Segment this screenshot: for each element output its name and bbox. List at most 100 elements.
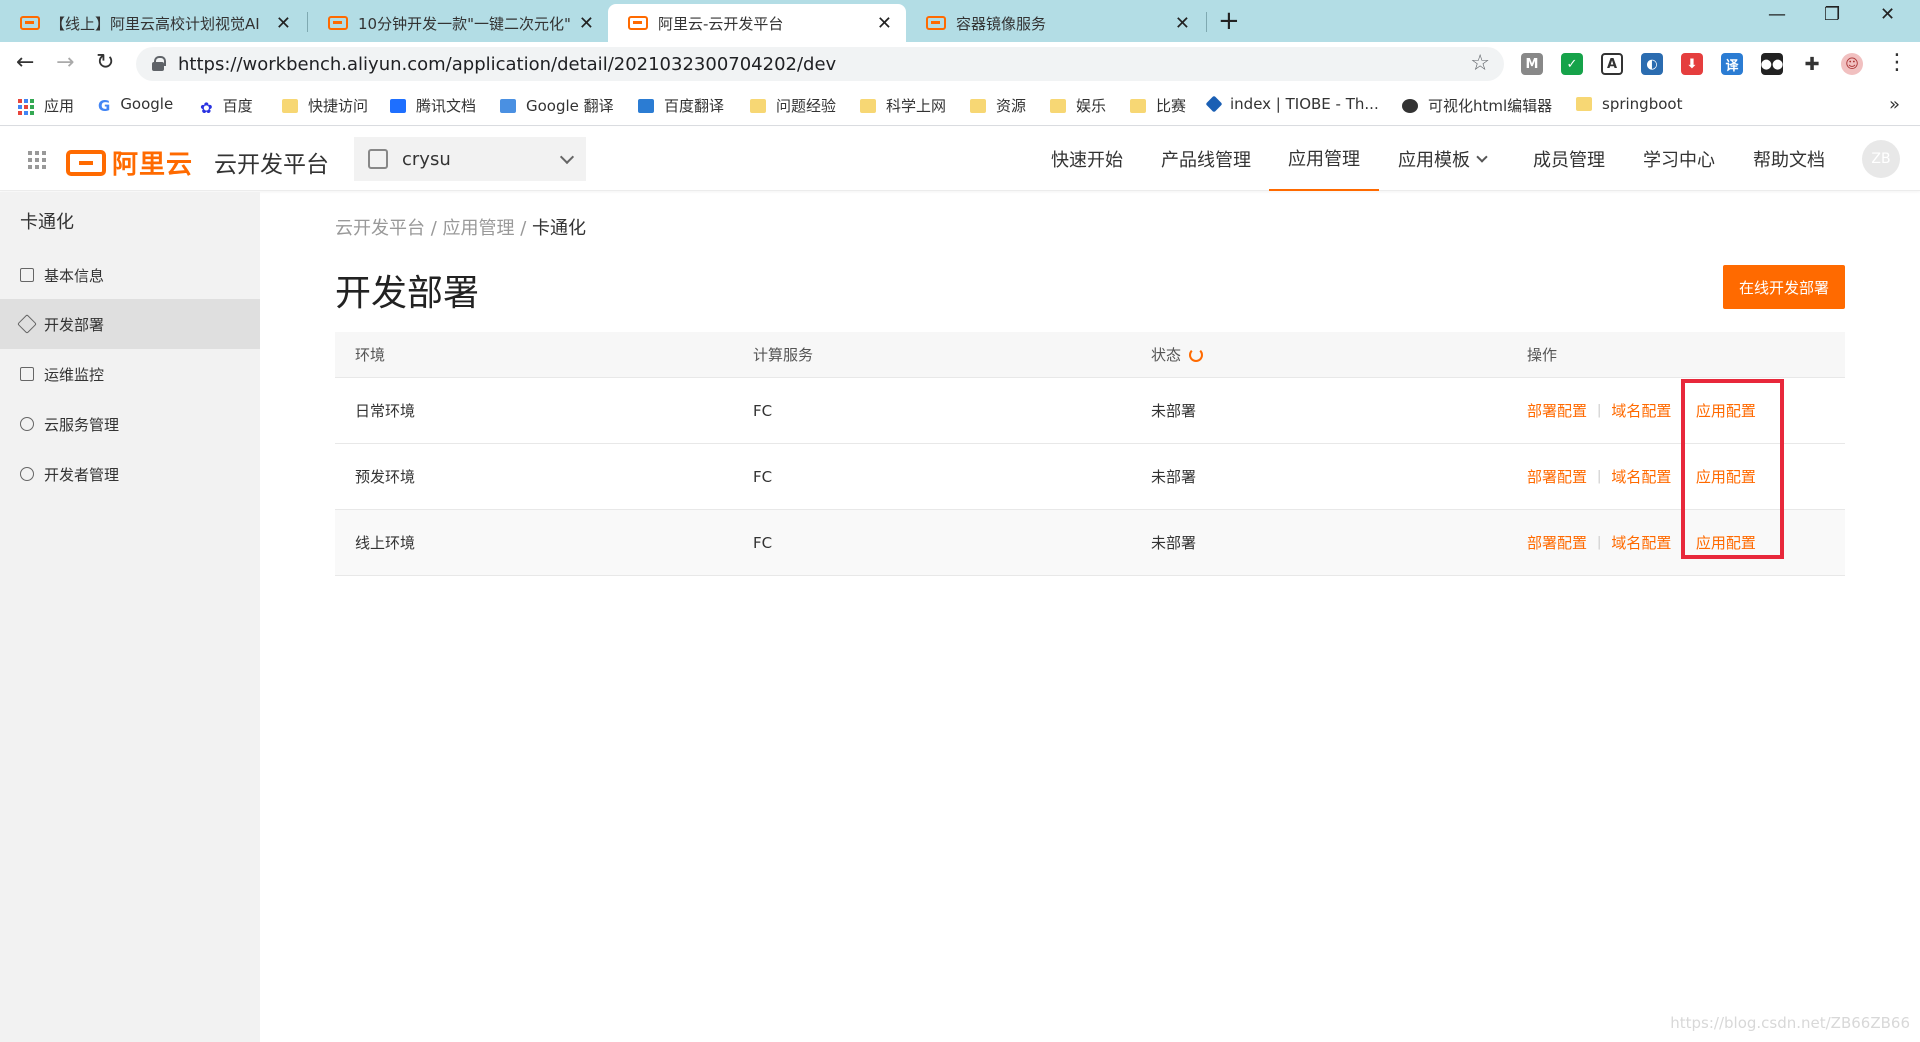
- nav-label: 应用模板: [1398, 150, 1470, 171]
- table-row: 日常环境 FC 未部署 部署配置 | 域名配置 | 应用配置: [335, 378, 1845, 444]
- browser-tab-3-active[interactable]: 阿里云-云开发平台 ✕: [608, 4, 906, 42]
- translate-icon[interactable]: 译: [1721, 53, 1743, 75]
- new-tab-button[interactable]: +: [1218, 6, 1240, 36]
- tiobe-icon: [1205, 95, 1223, 113]
- bookmark-label: index | TIOBE - Th...: [1230, 95, 1379, 113]
- document-icon: [20, 268, 34, 282]
- bookmark-star-icon[interactable]: ☆: [1470, 51, 1490, 76]
- tab-divider: [1206, 12, 1207, 32]
- bookmark-folder-issues[interactable]: 问题经验: [750, 95, 836, 116]
- bookmark-apps[interactable]: 应用: [18, 95, 74, 116]
- browser-tab-4[interactable]: 容器镜像服务 ✕: [906, 4, 1204, 42]
- bookmark-folder-contest[interactable]: 比赛: [1130, 95, 1186, 116]
- bookmark-label: 百度: [222, 97, 253, 115]
- glasses-icon[interactable]: ●●: [1761, 53, 1783, 75]
- browser-tab-2[interactable]: 10分钟开发一款"一键二次元化"A ✕: [308, 4, 608, 42]
- url-text[interactable]: https://workbench.aliyun.com/application…: [178, 54, 836, 75]
- deploy-config-link[interactable]: 部署配置: [1527, 532, 1587, 553]
- bookmark-folder-quick[interactable]: 快捷访问: [282, 95, 368, 116]
- bookmark-label: Google: [120, 95, 174, 113]
- close-window-icon[interactable]: ✕: [1880, 4, 1895, 25]
- domain-config-link[interactable]: 域名配置: [1611, 400, 1671, 421]
- font-icon[interactable]: A: [1601, 53, 1623, 75]
- bookmark-folder-fun[interactable]: 娱乐: [1050, 95, 1106, 116]
- workspace-icon: [368, 149, 388, 169]
- avatar[interactable]: ZB: [1862, 140, 1900, 178]
- workspace-selector[interactable]: crysu: [354, 137, 586, 181]
- nav-help-docs[interactable]: 帮助文档: [1753, 127, 1825, 191]
- puzzle-icon[interactable]: ✚: [1801, 53, 1823, 75]
- sidebar-item-label: 云服务管理: [44, 415, 120, 434]
- bookmark-baidu-translate[interactable]: 百度翻译: [638, 95, 724, 116]
- refresh-icon[interactable]: [1189, 347, 1204, 362]
- bookmark-google[interactable]: G Google: [98, 95, 174, 115]
- bookmark-tiobe[interactable]: index | TIOBE - Th...: [1205, 95, 1379, 113]
- browser-menu-icon[interactable]: ⋮: [1886, 50, 1908, 75]
- sidebar-item-dev-deploy[interactable]: 开发部署: [0, 299, 260, 349]
- monitor-icon: [20, 367, 34, 381]
- deploy-config-link[interactable]: 部署配置: [1527, 466, 1587, 487]
- tab-close-icon[interactable]: ✕: [1175, 13, 1190, 34]
- tab-title: 阿里云-云开发平台: [658, 14, 784, 33]
- bookmark-label: 问题经验: [776, 97, 837, 115]
- bookmarks-bar: 应用 G Google ✿ 百度 快捷访问 腾讯文档 Google 翻译 百度翻…: [0, 86, 1920, 126]
- cell-compute: FC: [753, 533, 773, 552]
- breadcrumb-root[interactable]: 云开发平台: [335, 218, 425, 239]
- cell-env: 日常环境: [355, 402, 416, 420]
- sidebar-item-basic-info[interactable]: 基本信息: [0, 250, 260, 300]
- restore-window-icon[interactable]: ❐: [1824, 4, 1840, 25]
- nav-product-lines[interactable]: 产品线管理: [1161, 127, 1251, 191]
- mail-icon[interactable]: M: [1521, 53, 1543, 75]
- globe-icon[interactable]: ◐: [1641, 53, 1663, 75]
- nav-quick-start[interactable]: 快速开始: [1051, 127, 1123, 191]
- product-menu-grid-icon[interactable]: [28, 151, 46, 169]
- chevron-down-icon: [559, 149, 575, 164]
- bookmark-google-translate[interactable]: Google 翻译: [500, 95, 614, 116]
- address-bar[interactable]: https://workbench.aliyun.com/application…: [136, 47, 1504, 81]
- bookmark-folder-springboot[interactable]: springboot: [1576, 95, 1682, 113]
- sidebar-item-cloud-services[interactable]: 云服务管理: [0, 399, 260, 449]
- tab-close-icon[interactable]: ✕: [579, 13, 594, 34]
- deploy-config-link[interactable]: 部署配置: [1527, 400, 1587, 421]
- cloud-icon: [20, 417, 34, 431]
- sidebar-item-monitoring[interactable]: 运维监控: [0, 349, 260, 399]
- breadcrumb-parent[interactable]: 应用管理: [443, 218, 515, 239]
- bookmarks-overflow-icon[interactable]: »: [1889, 94, 1900, 115]
- online-deploy-button[interactable]: 在线开发部署: [1723, 265, 1845, 309]
- platform-title: 云开发平台: [214, 152, 329, 178]
- nav-app-management[interactable]: 应用管理: [1269, 127, 1379, 191]
- tencent-docs-icon: [390, 98, 406, 113]
- table-row: 预发环境 FC 未部署 部署配置 | 域名配置 | 应用配置: [335, 444, 1845, 510]
- action-separator: |: [1597, 535, 1602, 550]
- shield-icon[interactable]: ✓: [1561, 53, 1583, 75]
- nav-app-templates[interactable]: 应用模板: [1398, 127, 1488, 191]
- sidebar-item-developers[interactable]: 开发者管理: [0, 449, 260, 499]
- watermark: https://blog.csdn.net/ZB66ZB66: [1670, 1014, 1910, 1032]
- bookmark-folder-resources[interactable]: 资源: [970, 95, 1026, 116]
- browser-tab-1[interactable]: 【线上】阿里云高校计划视觉AI ✕: [0, 4, 305, 42]
- forward-arrow-icon[interactable]: →: [56, 50, 74, 75]
- bookmark-baidu[interactable]: ✿ 百度: [200, 95, 253, 117]
- tab-close-icon[interactable]: ✕: [877, 13, 892, 34]
- minimize-window-icon[interactable]: —: [1768, 4, 1786, 25]
- aliyun-logo[interactable]: 阿里云: [66, 144, 193, 181]
- reload-icon[interactable]: ↻: [96, 50, 114, 75]
- domain-config-link[interactable]: 域名配置: [1611, 532, 1671, 553]
- bookmark-label: 比赛: [1156, 97, 1187, 115]
- col-header-status: 状态: [1151, 332, 1204, 377]
- bookmark-folder-proxy[interactable]: 科学上网: [860, 95, 946, 116]
- bookmark-html-editor[interactable]: 可视化html编辑器: [1402, 95, 1552, 116]
- profile-icon[interactable]: ☺: [1841, 53, 1863, 75]
- nav-members[interactable]: 成员管理: [1533, 127, 1605, 191]
- sidebar-item-label: 基本信息: [44, 266, 105, 285]
- domain-config-link[interactable]: 域名配置: [1611, 466, 1671, 487]
- download-icon[interactable]: ⬇: [1681, 53, 1703, 75]
- globe-icon: [1402, 98, 1418, 113]
- bookmark-label: 百度翻译: [664, 97, 725, 115]
- bookmark-tencent-docs[interactable]: 腾讯文档: [390, 95, 476, 116]
- back-arrow-icon[interactable]: ←: [16, 50, 34, 75]
- tab-close-icon[interactable]: ✕: [276, 13, 291, 34]
- nav-learning-center[interactable]: 学习中心: [1643, 127, 1715, 191]
- sidebar-item-label: 开发者管理: [44, 465, 120, 484]
- bookmark-label: 腾讯文档: [416, 97, 477, 115]
